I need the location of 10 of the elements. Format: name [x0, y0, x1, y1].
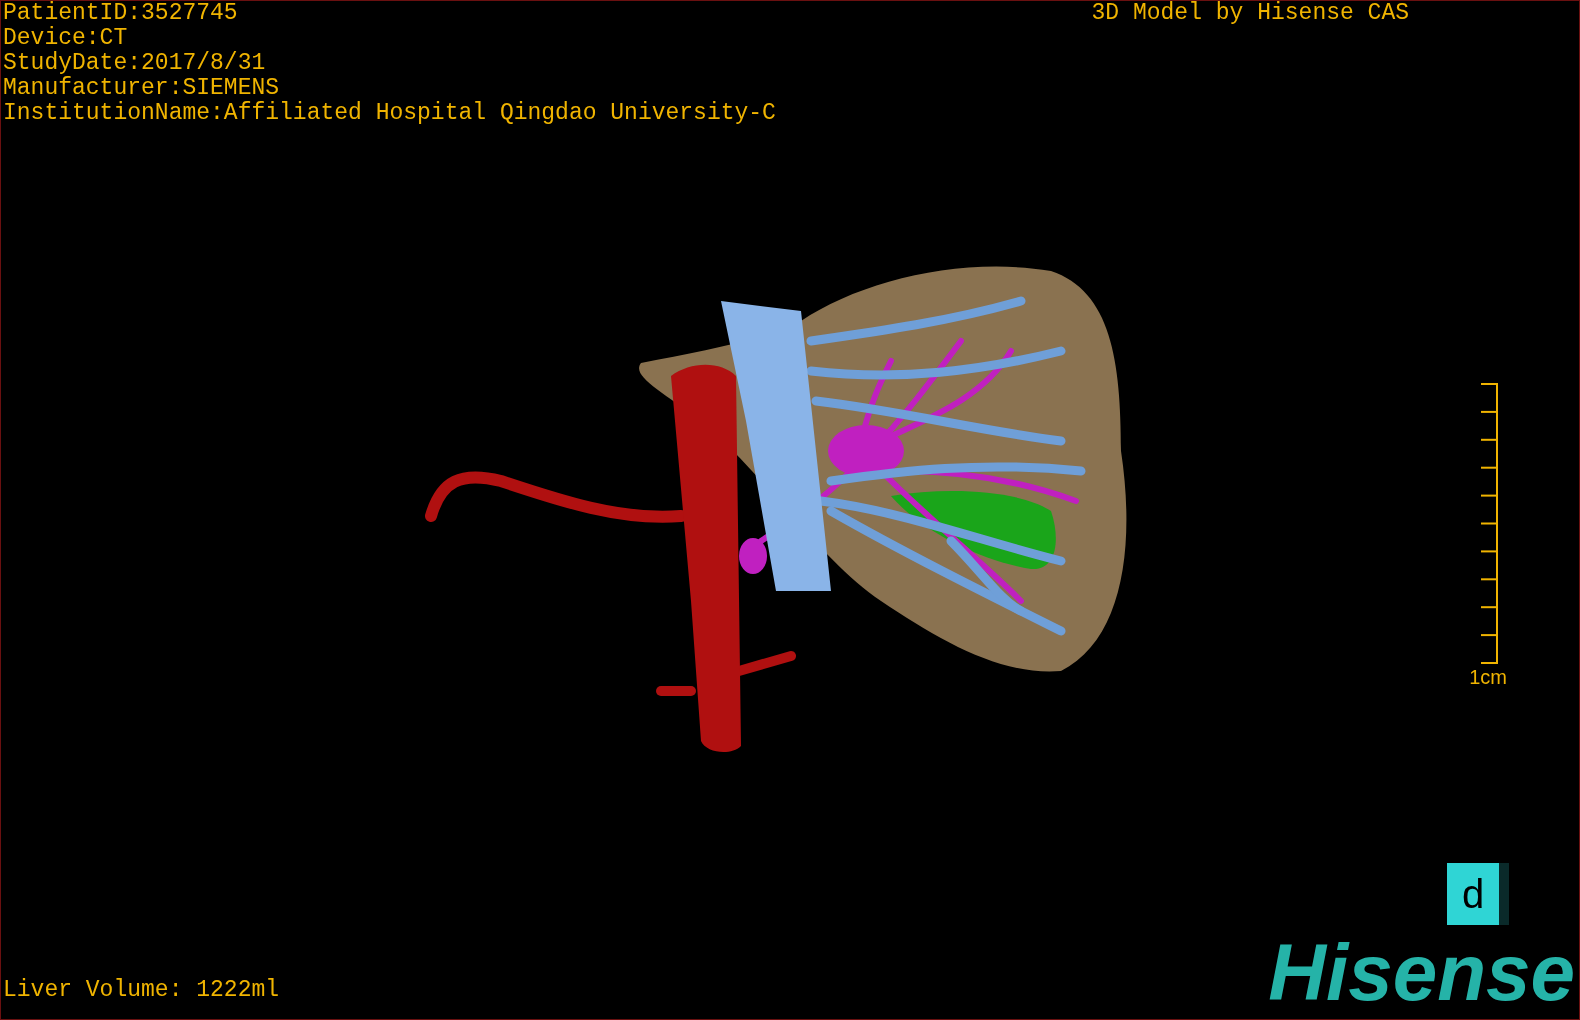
patient-info-line: StudyDate:2017/8/31	[3, 51, 267, 76]
scale-bar-label: 1cm	[1469, 666, 1507, 688]
patient-info-line: Device:CT	[3, 26, 129, 51]
viewer-title: 3D Model by Hisense CAS	[1091, 1, 1409, 26]
patient-info-line: PatientID:3527745	[3, 1, 239, 26]
patient-info-line: InstitutionName:Affiliated Hospital Qingdao University-C	[3, 101, 776, 126]
hisense-logo: Hisense	[1268, 933, 1576, 1019]
liver-volume-text: Liver Volume: 1222ml	[2, 978, 280, 1005]
patient-info-line: Manufacturer:SIEMENS	[3, 76, 281, 101]
d-button[interactable]: d	[1447, 863, 1509, 925]
